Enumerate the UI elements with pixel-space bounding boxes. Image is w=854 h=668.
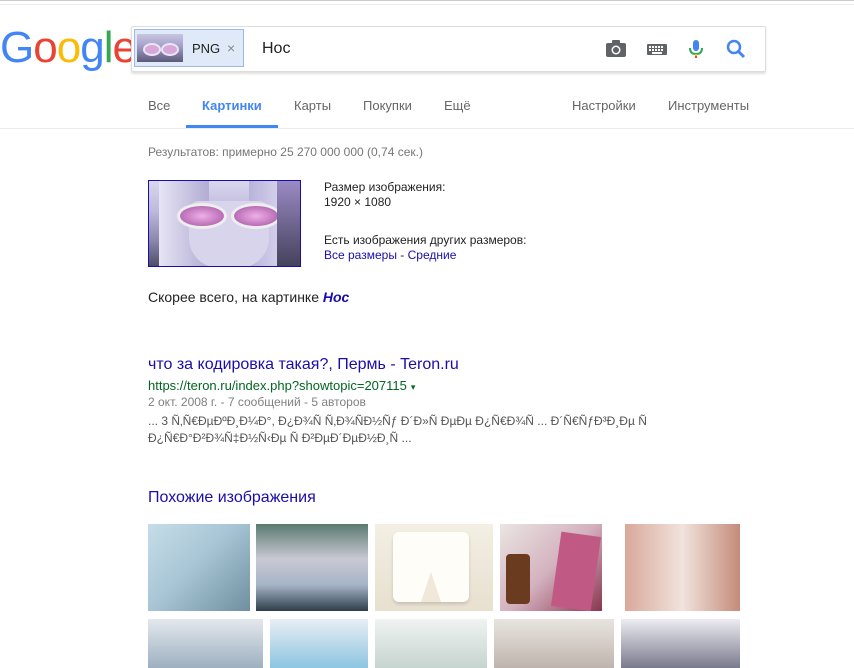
logo-letter: o — [33, 23, 58, 72]
tab-images[interactable]: Картинки — [202, 98, 262, 113]
settings-link[interactable]: Настройки — [572, 98, 636, 113]
similar-image-tile[interactable] — [375, 524, 493, 611]
search-image-chip[interactable]: PNG × — [134, 29, 244, 67]
chip-image-thumbnail — [137, 34, 183, 62]
result-snippet-line: ... 3 Ñ‚Ñ€ÐµÐºÐ¸Ð¼Ð°, Ð¿Ð¾Ñ Ñ‚Ð¾ÑÐ½Ñƒ Ð´… — [148, 414, 647, 428]
other-sizes-label: Есть изображения других размеров: — [324, 233, 527, 247]
image-size-value: 1920 × 1080 — [324, 195, 392, 209]
tab-all[interactable]: Все — [148, 98, 170, 113]
chip-label: PNG — [192, 41, 221, 56]
result-url: https://teron.ru/index.php?showtopic=207… — [148, 378, 415, 393]
keyboard-icon[interactable] — [646, 39, 668, 59]
similar-image-tile[interactable] — [621, 619, 740, 668]
chip-close-icon[interactable]: × — [227, 40, 235, 56]
similar-images-heading[interactable]: Похожие изображения — [148, 489, 316, 507]
result-meta: 2 окт. 2008 г. - 7 сообщений - 5 авторов — [148, 395, 366, 409]
logo-letter: l — [103, 23, 114, 72]
image-size-label: Размер изображения: — [324, 180, 446, 194]
logo-letter: o — [56, 23, 82, 72]
similar-image-tile[interactable] — [148, 619, 263, 668]
search-input[interactable]: Нос — [262, 40, 290, 58]
similar-image-tile[interactable] — [270, 619, 368, 668]
search-icon[interactable] — [725, 39, 747, 59]
result-title-link[interactable]: что за кодировка такая?, Пермь - Teron.r… — [148, 356, 459, 374]
other-sizes-links: Все размеры - Средние — [324, 248, 456, 262]
tab-maps[interactable]: Карты — [294, 98, 331, 113]
nav-divider — [0, 128, 854, 129]
tools-link[interactable]: Инструменты — [668, 98, 749, 113]
result-url-dropdown-icon[interactable]: ▾ — [411, 382, 416, 392]
similar-image-tile[interactable] — [148, 524, 250, 611]
medium-sizes-link[interactable]: Средние — [408, 248, 457, 262]
logo-letter: G — [0, 23, 34, 72]
tab-shopping[interactable]: Покупки — [363, 98, 412, 113]
result-url-text: https://teron.ru/index.php?showtopic=207… — [148, 378, 407, 393]
best-guess: Скорее всего, на картинке Нос — [148, 289, 349, 305]
similar-image-tile[interactable] — [256, 524, 368, 611]
tab-more[interactable]: Ещё — [444, 98, 471, 113]
google-logo[interactable]: Google — [0, 23, 137, 72]
all-sizes-link[interactable]: Все размеры — [324, 248, 397, 262]
query-image-thumbnail[interactable] — [148, 180, 301, 267]
similar-image-tile[interactable] — [625, 524, 740, 611]
microphone-icon[interactable] — [685, 39, 707, 59]
best-guess-link[interactable]: Нос — [323, 289, 349, 305]
window-top-border — [0, 0, 854, 1]
similar-image-tile[interactable] — [500, 524, 602, 611]
search-box[interactable]: PNG × Нос — [131, 26, 766, 72]
similar-image-tile[interactable] — [494, 619, 614, 668]
logo-letter: g — [80, 23, 105, 72]
best-guess-prefix: Скорее всего, на картинке — [148, 289, 319, 305]
window-top-divider — [0, 4, 854, 5]
camera-icon[interactable] — [605, 39, 627, 59]
similar-image-tile[interactable] — [375, 619, 487, 668]
size-link-separator: - — [396, 248, 408, 262]
results-count: Результатов: примерно 25 270 000 000 (0,… — [148, 145, 423, 159]
result-snippet-line: Ð¿Ñ€Ð°Ð²Ð¾Ñ‡Ð½Ñ‹Ðµ Ñ Ð²ÐµÐ´ÐµÐ½Ð¸Ñ ... — [148, 431, 412, 445]
